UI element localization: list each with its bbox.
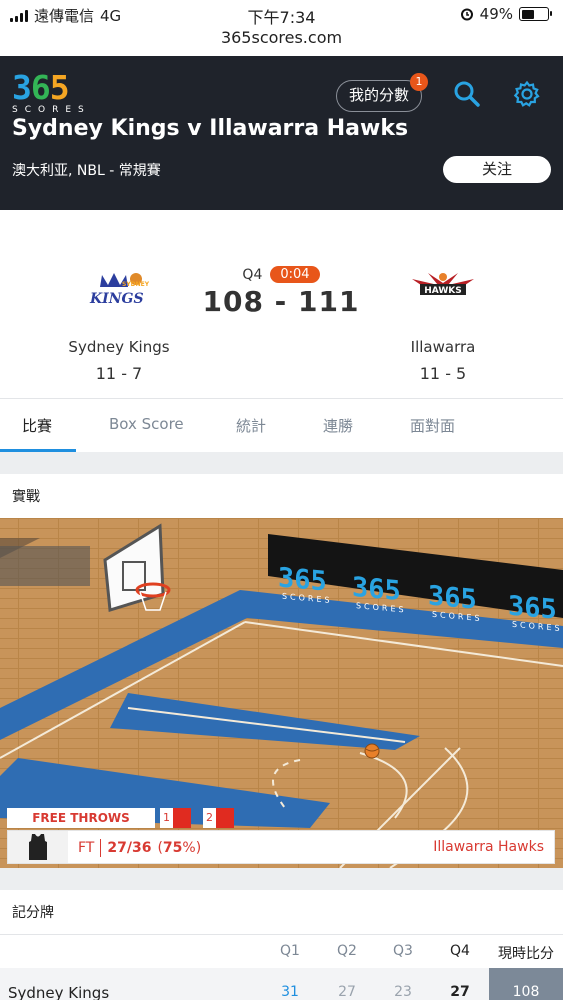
center-score: Q4 0:04 108 - 111: [181, 266, 381, 318]
col-q2: Q2: [337, 943, 357, 959]
col-q1: Q1: [280, 943, 300, 959]
col-current-score: 現時比分: [498, 946, 554, 962]
ft-team-name: Illawarra Hawks: [433, 839, 544, 855]
row-q1: 31: [281, 984, 299, 1000]
away-team-logo: HAWKS: [368, 262, 518, 316]
game-score: 108 - 111: [202, 285, 360, 318]
row-q2: 27: [338, 984, 356, 1000]
ft-missed-marker: [216, 808, 234, 828]
row-q3: 23: [394, 984, 412, 1000]
home-team[interactable]: SYDNEY KINGS Sydney Kings 11 - 7: [44, 262, 194, 383]
game-clock: 0:04: [270, 266, 320, 283]
row-total: 108: [489, 968, 563, 1000]
tab-head-to-head[interactable]: 面對面: [410, 415, 455, 436]
col-q3: Q3: [393, 943, 413, 959]
score-panel: SYDNEY KINGS Sydney Kings 11 - 7 Q4 0:04…: [0, 210, 563, 398]
svg-text:KINGS: KINGS: [89, 291, 144, 307]
period-label: Q4: [242, 266, 263, 283]
ft-stat-bar: FT 27/36 (75%) Illawarra Hawks: [7, 830, 555, 864]
competition-label: 澳大利亚, NBL - 常規賽: [12, 163, 161, 179]
status-bar: 遠傳電信 4G 下午7:34 49%: [0, 0, 563, 27]
free-throw-card: FREE THROWS 1 2 FT 27/36 (75%) Illawarra…: [7, 808, 555, 864]
notification-badge: 1: [410, 73, 429, 91]
free-throws-label: FREE THROWS: [7, 808, 155, 828]
ft-prefix: FT: [78, 840, 95, 856]
tab-match[interactable]: 比賽: [22, 415, 52, 436]
away-team[interactable]: HAWKS Illawarra 11 - 5: [368, 262, 518, 383]
table-row[interactable]: Sydney Kings 31 27 23 27 108: [0, 968, 563, 1000]
settings-gear-icon[interactable]: [513, 80, 541, 108]
ft-attempt-1: 1: [160, 808, 191, 828]
live-section-title: 實戰: [0, 474, 563, 518]
svg-text:HAWKS: HAWKS: [424, 286, 461, 296]
row-team-name: Sydney Kings: [8, 984, 110, 1000]
away-team-name: Illawarra: [410, 338, 476, 356]
ft-attempt-2: 2: [203, 808, 234, 828]
app-logo[interactable]: 365 SCORES: [12, 71, 91, 115]
row-q4: 27: [450, 984, 470, 1000]
svg-text:SYDNEY: SYDNEY: [122, 281, 150, 288]
tab-stats[interactable]: 統計: [236, 415, 266, 436]
home-team-logo: SYDNEY KINGS: [44, 262, 194, 316]
battery-info: 49%: [460, 5, 552, 23]
url-bar[interactable]: 365scores.com: [0, 26, 563, 56]
match-title: Sydney Kings v Illawarra Hawks: [12, 116, 409, 141]
tab-active-indicator: [0, 449, 76, 452]
col-q4: Q4: [450, 943, 470, 959]
away-team-record: 11 - 5: [419, 364, 467, 383]
scoreboard-header-row: Q1 Q2 Q3 Q4 現時比分: [0, 934, 563, 968]
player-jersey-icon: [8, 831, 68, 863]
ft-stat-percent: (75%): [157, 840, 202, 856]
follow-button[interactable]: 关注: [443, 156, 551, 183]
app-header: 365 SCORES 我的分數 1 Sydney Kings v Illawar…: [0, 56, 563, 210]
alarm-icon: [460, 8, 473, 21]
match-tabs: 比賽 Box Score 統計 連勝 面對面: [0, 398, 563, 452]
tab-streaks[interactable]: 連勝: [323, 415, 353, 436]
battery-percent: 49%: [479, 5, 513, 23]
battery-icon: [519, 7, 552, 21]
my-scores-button[interactable]: 我的分數 1: [336, 73, 429, 112]
home-team-name: Sydney Kings: [68, 338, 170, 356]
ft-stat-value: 27/36: [107, 840, 152, 856]
home-team-record: 11 - 7: [95, 364, 143, 383]
ft-missed-marker: [173, 808, 191, 828]
tab-box-score[interactable]: Box Score: [109, 415, 184, 433]
search-icon[interactable]: [453, 80, 481, 108]
scoreboard-title: 記分牌: [0, 890, 563, 934]
